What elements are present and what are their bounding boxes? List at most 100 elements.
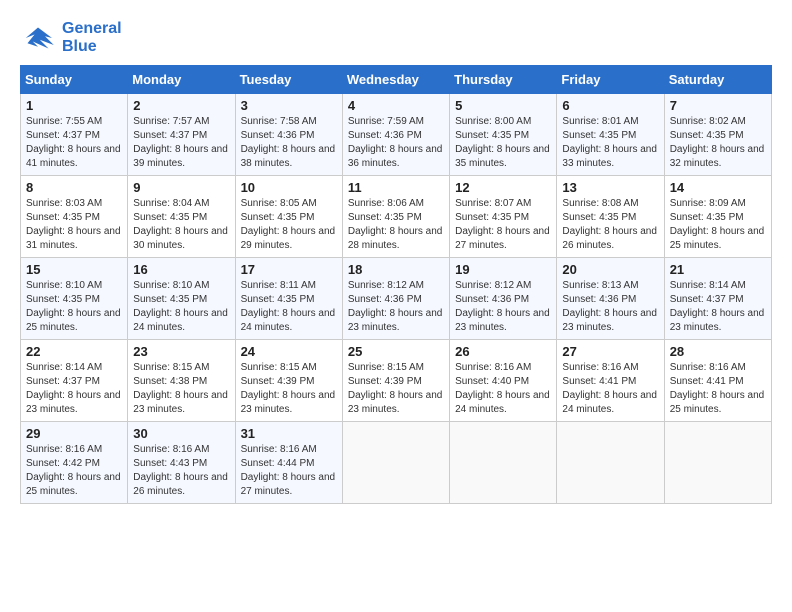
header-friday: Friday [557,66,664,94]
day-number: 18 [348,262,444,277]
calendar-cell: 29 Sunrise: 8:16 AM Sunset: 4:42 PM Dayl… [21,422,128,504]
day-info: Sunrise: 8:13 AM Sunset: 4:36 PM Dayligh… [562,279,658,335]
calendar-cell: 17 Sunrise: 8:11 AM Sunset: 4:35 PM Dayl… [235,258,342,340]
calendar-cell [664,422,771,504]
calendar-table: SundayMondayTuesdayWednesdayThursdayFrid… [20,65,772,504]
calendar-cell: 31 Sunrise: 8:16 AM Sunset: 4:44 PM Dayl… [235,422,342,504]
calendar-cell [557,422,664,504]
day-info: Sunrise: 8:10 AM Sunset: 4:35 PM Dayligh… [26,279,122,335]
day-number: 12 [455,180,551,195]
day-number: 29 [26,426,122,441]
day-info: Sunrise: 8:16 AM Sunset: 4:41 PM Dayligh… [562,361,658,417]
day-number: 11 [348,180,444,195]
calendar-cell: 10 Sunrise: 8:05 AM Sunset: 4:35 PM Dayl… [235,176,342,258]
calendar-cell: 30 Sunrise: 8:16 AM Sunset: 4:43 PM Dayl… [128,422,235,504]
header-saturday: Saturday [664,66,771,94]
day-number: 14 [670,180,766,195]
calendar-cell: 14 Sunrise: 8:09 AM Sunset: 4:35 PM Dayl… [664,176,771,258]
day-number: 4 [348,98,444,113]
day-number: 6 [562,98,658,113]
calendar-cell: 4 Sunrise: 7:59 AM Sunset: 4:36 PM Dayli… [342,94,449,176]
logo-text: General Blue [62,20,122,55]
day-number: 17 [241,262,337,277]
day-number: 22 [26,344,122,359]
day-info: Sunrise: 8:02 AM Sunset: 4:35 PM Dayligh… [670,115,766,171]
day-info: Sunrise: 8:16 AM Sunset: 4:44 PM Dayligh… [241,443,337,499]
day-info: Sunrise: 8:11 AM Sunset: 4:35 PM Dayligh… [241,279,337,335]
day-number: 10 [241,180,337,195]
calendar-cell: 8 Sunrise: 8:03 AM Sunset: 4:35 PM Dayli… [21,176,128,258]
header-wednesday: Wednesday [342,66,449,94]
header-sunday: Sunday [21,66,128,94]
day-number: 1 [26,98,122,113]
day-info: Sunrise: 7:59 AM Sunset: 4:36 PM Dayligh… [348,115,444,171]
day-info: Sunrise: 8:03 AM Sunset: 4:35 PM Dayligh… [26,197,122,253]
day-number: 27 [562,344,658,359]
day-info: Sunrise: 7:57 AM Sunset: 4:37 PM Dayligh… [133,115,229,171]
day-info: Sunrise: 8:16 AM Sunset: 4:42 PM Dayligh… [26,443,122,499]
logo: General Blue [20,20,122,55]
day-number: 26 [455,344,551,359]
calendar-cell: 2 Sunrise: 7:57 AM Sunset: 4:37 PM Dayli… [128,94,235,176]
calendar-cell: 18 Sunrise: 8:12 AM Sunset: 4:36 PM Dayl… [342,258,449,340]
day-number: 8 [26,180,122,195]
calendar-cell: 26 Sunrise: 8:16 AM Sunset: 4:40 PM Dayl… [450,340,557,422]
day-number: 31 [241,426,337,441]
day-number: 23 [133,344,229,359]
calendar-cell [450,422,557,504]
calendar-cell: 1 Sunrise: 7:55 AM Sunset: 4:37 PM Dayli… [21,94,128,176]
calendar-cell: 6 Sunrise: 8:01 AM Sunset: 4:35 PM Dayli… [557,94,664,176]
header-thursday: Thursday [450,66,557,94]
calendar-cell [342,422,449,504]
day-number: 21 [670,262,766,277]
day-number: 5 [455,98,551,113]
day-number: 24 [241,344,337,359]
day-info: Sunrise: 8:06 AM Sunset: 4:35 PM Dayligh… [348,197,444,253]
day-info: Sunrise: 8:00 AM Sunset: 4:35 PM Dayligh… [455,115,551,171]
calendar-cell: 12 Sunrise: 8:07 AM Sunset: 4:35 PM Dayl… [450,176,557,258]
calendar-cell: 9 Sunrise: 8:04 AM Sunset: 4:35 PM Dayli… [128,176,235,258]
calendar-cell: 7 Sunrise: 8:02 AM Sunset: 4:35 PM Dayli… [664,94,771,176]
calendar-cell: 15 Sunrise: 8:10 AM Sunset: 4:35 PM Dayl… [21,258,128,340]
day-info: Sunrise: 8:16 AM Sunset: 4:40 PM Dayligh… [455,361,551,417]
day-info: Sunrise: 8:15 AM Sunset: 4:39 PM Dayligh… [241,361,337,417]
day-number: 3 [241,98,337,113]
calendar-cell: 5 Sunrise: 8:00 AM Sunset: 4:35 PM Dayli… [450,94,557,176]
day-info: Sunrise: 8:05 AM Sunset: 4:35 PM Dayligh… [241,197,337,253]
calendar-cell: 22 Sunrise: 8:14 AM Sunset: 4:37 PM Dayl… [21,340,128,422]
calendar-cell: 21 Sunrise: 8:14 AM Sunset: 4:37 PM Dayl… [664,258,771,340]
day-info: Sunrise: 8:01 AM Sunset: 4:35 PM Dayligh… [562,115,658,171]
day-number: 20 [562,262,658,277]
day-info: Sunrise: 8:14 AM Sunset: 4:37 PM Dayligh… [26,361,122,417]
header-tuesday: Tuesday [235,66,342,94]
calendar-cell: 19 Sunrise: 8:12 AM Sunset: 4:36 PM Dayl… [450,258,557,340]
day-number: 16 [133,262,229,277]
day-info: Sunrise: 8:15 AM Sunset: 4:39 PM Dayligh… [348,361,444,417]
day-info: Sunrise: 8:16 AM Sunset: 4:43 PM Dayligh… [133,443,229,499]
day-info: Sunrise: 8:07 AM Sunset: 4:35 PM Dayligh… [455,197,551,253]
day-info: Sunrise: 8:12 AM Sunset: 4:36 PM Dayligh… [455,279,551,335]
day-info: Sunrise: 8:16 AM Sunset: 4:41 PM Dayligh… [670,361,766,417]
header-monday: Monday [128,66,235,94]
calendar-cell: 24 Sunrise: 8:15 AM Sunset: 4:39 PM Dayl… [235,340,342,422]
day-number: 7 [670,98,766,113]
day-info: Sunrise: 8:04 AM Sunset: 4:35 PM Dayligh… [133,197,229,253]
logo-icon [20,24,56,52]
day-number: 28 [670,344,766,359]
calendar-cell: 16 Sunrise: 8:10 AM Sunset: 4:35 PM Dayl… [128,258,235,340]
day-info: Sunrise: 7:55 AM Sunset: 4:37 PM Dayligh… [26,115,122,171]
calendar-cell: 13 Sunrise: 8:08 AM Sunset: 4:35 PM Dayl… [557,176,664,258]
day-number: 19 [455,262,551,277]
calendar-cell: 23 Sunrise: 8:15 AM Sunset: 4:38 PM Dayl… [128,340,235,422]
day-number: 15 [26,262,122,277]
day-number: 13 [562,180,658,195]
day-info: Sunrise: 7:58 AM Sunset: 4:36 PM Dayligh… [241,115,337,171]
calendar-cell: 11 Sunrise: 8:06 AM Sunset: 4:35 PM Dayl… [342,176,449,258]
day-number: 25 [348,344,444,359]
page-header: General Blue [20,20,772,55]
day-info: Sunrise: 8:10 AM Sunset: 4:35 PM Dayligh… [133,279,229,335]
day-number: 9 [133,180,229,195]
calendar-cell: 27 Sunrise: 8:16 AM Sunset: 4:41 PM Dayl… [557,340,664,422]
day-info: Sunrise: 8:14 AM Sunset: 4:37 PM Dayligh… [670,279,766,335]
calendar-cell: 28 Sunrise: 8:16 AM Sunset: 4:41 PM Dayl… [664,340,771,422]
